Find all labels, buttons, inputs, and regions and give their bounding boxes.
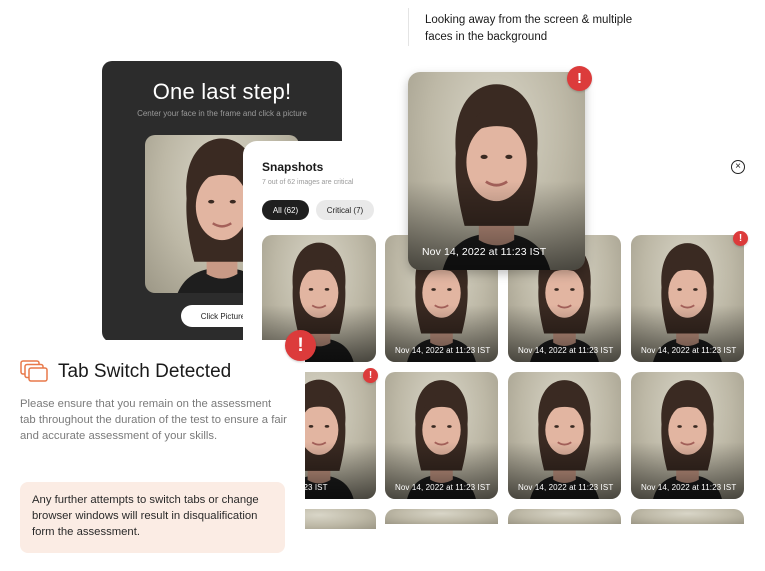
- snapshot-caption: Nov 14, 2022 at 11:23 IST: [395, 483, 491, 492]
- featured-snapshot-caption: Nov 14, 2022 at 11:23 IST: [422, 246, 547, 258]
- snapshot-caption: Nov 14, 2022 at 11:23 IST: [641, 483, 737, 492]
- filter-critical-chip[interactable]: Critical (7): [316, 200, 374, 220]
- snapshot-thumbnail-partial[interactable]: [508, 509, 621, 524]
- snapshot-thumbnail-partial[interactable]: [631, 509, 744, 524]
- close-circle-icon[interactable]: ×: [731, 160, 745, 174]
- tab-switch-title: Tab Switch Detected: [58, 361, 232, 382]
- snapshot-caption: Nov 14, 2022 at 11:23 IST: [395, 346, 491, 355]
- featured-snapshot[interactable]: Nov 14, 2022 at 11:23 IST: [408, 72, 585, 270]
- camera-card-subtitle: Center your face in the frame and click …: [137, 109, 307, 118]
- snapshot-caption: Nov 14, 2022 at 11:23 IST: [518, 346, 614, 355]
- critical-badge-icon: !: [733, 231, 748, 246]
- snapshot-thumbnail-partial[interactable]: [385, 509, 498, 524]
- snapshot-thumbnail[interactable]: Nov 14, 2022 at 11:23 IST: [631, 235, 744, 362]
- snapshots-subtitle: 7 out of 62 images are critical: [262, 179, 354, 186]
- exclamation-icon: !: [285, 330, 316, 361]
- tabs-icon: [20, 360, 48, 382]
- annotation-note: Looking away from the screen & multiple …: [408, 8, 648, 46]
- snapshot-thumbnail[interactable]: Nov 14, 2022 at 11:23 IST: [385, 372, 498, 499]
- critical-badge-icon: !: [363, 368, 378, 383]
- filter-all-chip[interactable]: All (62): [262, 200, 309, 220]
- snapshot-thumbnail[interactable]: Nov 14, 2022 at 11:23 IST: [508, 372, 621, 499]
- tab-switch-body: Please ensure that you remain on the ass…: [20, 398, 287, 442]
- snapshots-title: Snapshots: [262, 160, 324, 174]
- disqualification-warning: Any further attempts to switch tabs or c…: [20, 482, 285, 553]
- exclamation-icon: !: [567, 66, 592, 91]
- snapshot-caption: Nov 14, 2022 at 11:23 IST: [641, 346, 737, 355]
- camera-card-title: One last step!: [152, 79, 292, 104]
- snapshot-caption: Nov 14, 2022 at 11:23 IST: [518, 483, 614, 492]
- snapshot-thumbnail[interactable]: Nov 14, 2022 at 11:23 IST: [631, 372, 744, 499]
